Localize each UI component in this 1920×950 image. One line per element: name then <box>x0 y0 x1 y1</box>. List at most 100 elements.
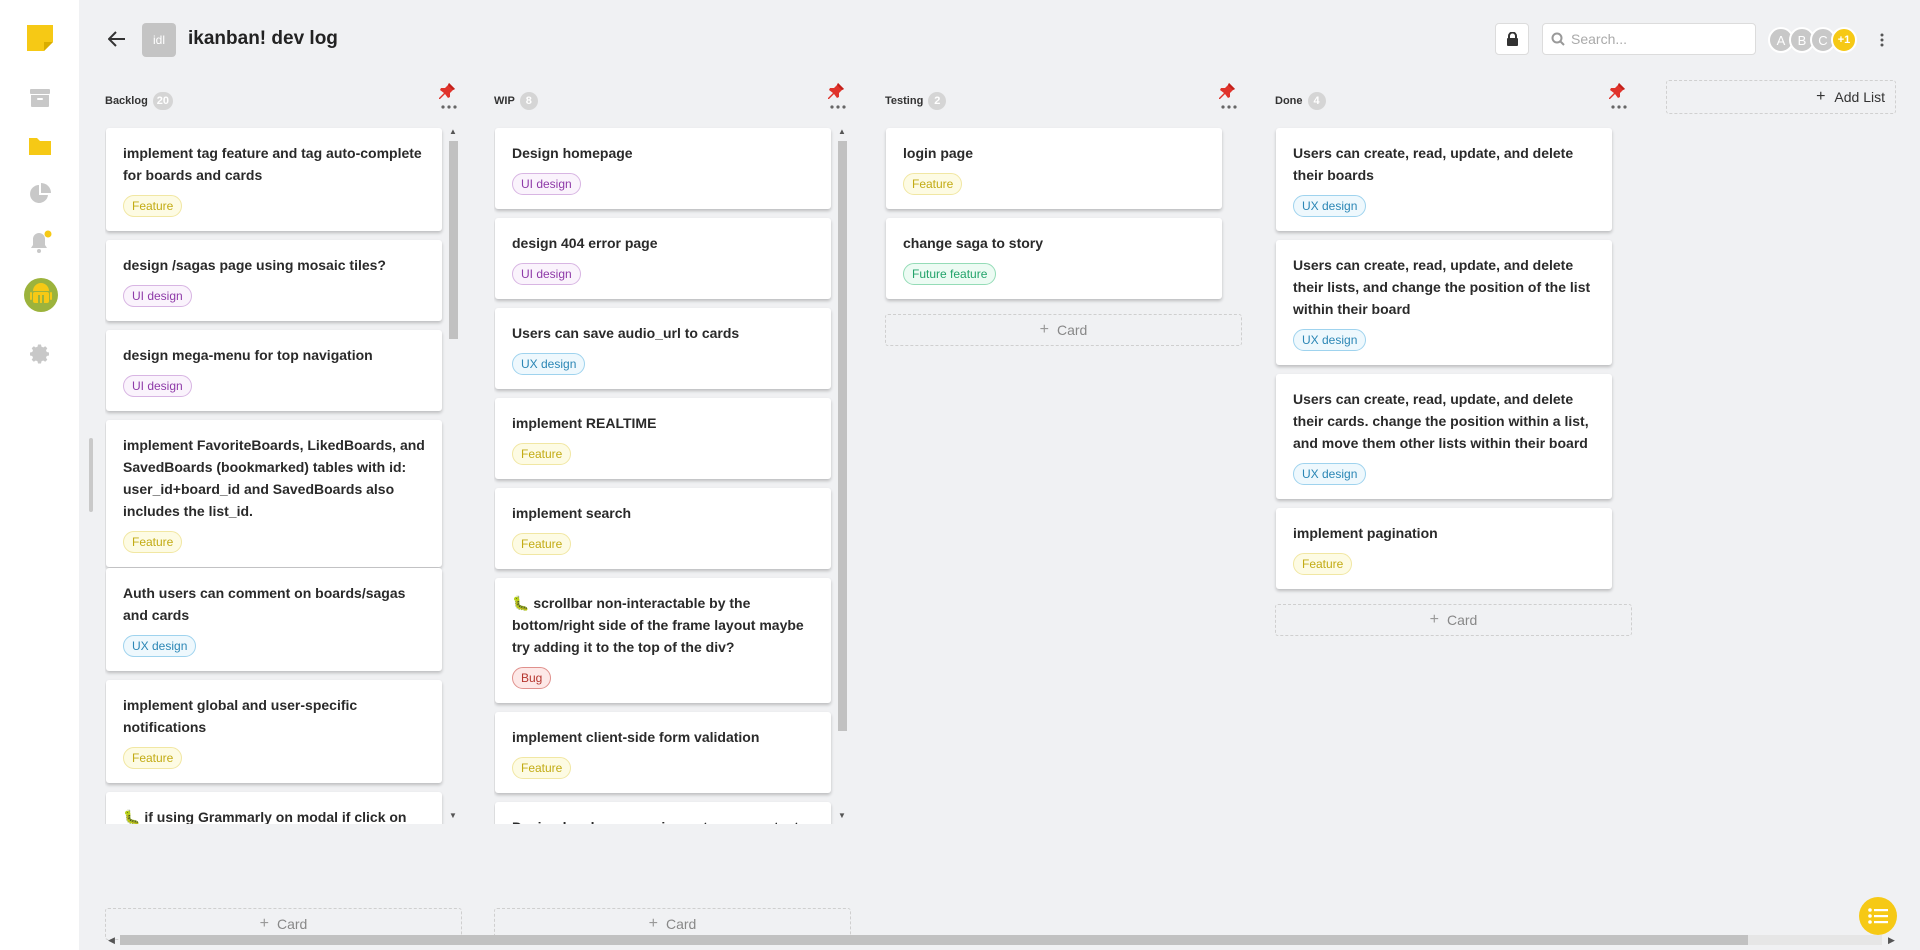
card-title: Users can create, read, update, and dele… <box>1293 145 1574 183</box>
gear-icon[interactable] <box>24 338 56 370</box>
tag-badge[interactable]: UI design <box>512 263 581 285</box>
pie-chart-icon[interactable] <box>24 178 56 210</box>
list-scrollbar[interactable]: ▲ ▼ <box>447 128 459 822</box>
card-title: Auth users can comment on boards/sagas a… <box>123 585 406 623</box>
search-input[interactable] <box>1571 31 1751 47</box>
card-title: implement tag feature and tag auto-compl… <box>123 145 422 183</box>
tag-badge[interactable]: UI design <box>123 375 192 397</box>
card-list: implement tag feature and tag auto-compl… <box>105 78 464 824</box>
card[interactable]: Users can create, read, update, and dele… <box>1276 240 1612 365</box>
card[interactable]: implement FavoriteBoards, LikedBoards, a… <box>106 420 442 567</box>
card-title: Design legal pages: privacy, terms, cont… <box>512 816 814 824</box>
plus-icon: + <box>648 915 658 932</box>
plus-icon: + <box>1816 88 1826 105</box>
tag-badge[interactable]: Feature <box>1293 553 1353 575</box>
card[interactable]: implement global and user-specific notif… <box>106 680 442 783</box>
scroll-up-arrow[interactable]: ▲ <box>838 128 846 136</box>
list-scrollbar[interactable]: ▲ ▼ <box>836 128 848 822</box>
left-rail <box>0 0 79 950</box>
arrow-left-icon[interactable] <box>105 27 129 51</box>
card-title: 🐛 scrollbar non-interactable by the bott… <box>512 595 804 655</box>
plus-icon: + <box>1039 321 1049 338</box>
tag-badge[interactable]: UX design <box>1293 463 1367 485</box>
archive-icon[interactable] <box>24 82 56 114</box>
add-list-label: Add List <box>1834 89 1885 105</box>
card-title: design 404 error page <box>512 235 658 251</box>
tag-badge[interactable]: UX design <box>123 635 197 657</box>
search-box[interactable] <box>1542 23 1756 55</box>
add-list-button[interactable]: + Add List <box>1666 80 1896 114</box>
card-title: Design homepage <box>512 145 633 161</box>
card-title: implement search <box>512 505 632 521</box>
add-card-label: Card <box>665 916 697 932</box>
card[interactable]: implement REALTIME Feature <box>495 398 831 479</box>
card[interactable]: Users can create, read, update, and dele… <box>1276 374 1612 499</box>
lock-button[interactable] <box>1495 23 1529 55</box>
tag-badge[interactable]: Feature <box>903 173 963 195</box>
card[interactable]: Users can save audio_url to cards UX desi… <box>495 308 831 389</box>
rail-resize-handle[interactable] <box>89 438 93 512</box>
card[interactable]: 🐛 if using Grammarly on modal if click o… <box>106 792 442 824</box>
more-vert-icon[interactable] <box>1872 28 1892 52</box>
board-title[interactable]: ikanban! dev log <box>188 28 338 50</box>
scroll-down-arrow[interactable]: ▼ <box>449 812 457 820</box>
tag-badge[interactable]: Future feature <box>903 263 997 285</box>
tag-badge[interactable]: Bug <box>512 667 552 689</box>
card[interactable]: Users can create, read, update, and dele… <box>1276 128 1612 231</box>
list-column-backlog: Backlog 20 implement tag feature and tag a… <box>105 78 464 948</box>
card[interactable]: login page Feature <box>886 128 1222 209</box>
tag-badge[interactable]: UX design <box>512 353 586 375</box>
card[interactable]: implement client-side form validation Fea… <box>495 712 831 793</box>
card-title: implement global and user-specific notif… <box>123 697 358 735</box>
card[interactable]: 🐛 scrollbar non-interactable by the bott… <box>495 578 831 703</box>
scroll-thumb[interactable] <box>449 141 458 339</box>
plus-icon: + <box>259 915 269 932</box>
card[interactable]: design 404 error page UI design <box>495 218 831 299</box>
tag-badge[interactable]: Feature <box>512 533 572 555</box>
tag-badge[interactable]: Feature <box>123 531 183 553</box>
sticky-note-logo[interactable] <box>24 22 56 54</box>
tag-badge[interactable]: Feature <box>512 757 572 779</box>
tag-badge[interactable]: Feature <box>512 443 572 465</box>
card[interactable]: Auth users can comment on boards/sagas a… <box>106 568 442 671</box>
avatar-more[interactable]: +1 <box>1831 27 1857 53</box>
card-title: change saga to story <box>903 235 1044 251</box>
scroll-left-arrow[interactable]: ◀ <box>108 935 115 946</box>
tag-badge[interactable]: UI design <box>512 173 581 195</box>
card[interactable]: implement search Feature <box>495 488 831 569</box>
add-card-button[interactable]: + Card <box>885 314 1242 346</box>
card-title: implement FavoriteBoards, LikedBoards, a… <box>123 437 425 519</box>
card-title: design mega-menu for top navigation <box>123 347 373 363</box>
tag-badge[interactable]: UX design <box>1293 195 1367 217</box>
card-list: Users can create, read, update, and dele… <box>1275 78 1634 950</box>
card-title: Users can create, read, update, and dele… <box>1293 257 1591 317</box>
tag-badge[interactable]: Feature <box>123 195 183 217</box>
card-list: login page Feature change saga to story Fut… <box>885 78 1244 950</box>
scroll-thumb[interactable] <box>120 935 1748 945</box>
list-icon[interactable] <box>1859 897 1897 935</box>
folder-icon[interactable] <box>24 130 56 162</box>
add-card-label: Card <box>1446 612 1478 628</box>
notification-dot <box>44 230 52 238</box>
scroll-down-arrow[interactable]: ▼ <box>838 812 846 820</box>
tag-badge[interactable]: UX design <box>1293 329 1367 351</box>
scroll-thumb[interactable] <box>838 141 847 731</box>
android-icon[interactable] <box>24 278 58 312</box>
scroll-up-arrow[interactable]: ▲ <box>449 128 457 136</box>
card[interactable]: design /sagas page using mosaic tiles? UI… <box>106 240 442 321</box>
bell-icon[interactable] <box>24 226 56 258</box>
horizontal-scrollbar[interactable]: ◀ ▶ <box>106 933 1896 947</box>
scroll-right-arrow[interactable]: ▶ <box>1888 935 1895 946</box>
card[interactable]: implement tag feature and tag auto-compl… <box>106 128 442 231</box>
card[interactable]: Design legal pages: privacy, terms, cont… <box>495 802 831 824</box>
list-column-testing: Testing 2 login page Feature change saga to … <box>885 78 1244 948</box>
add-card-button[interactable]: + Card <box>1275 604 1632 636</box>
card[interactable]: Design homepage UI design <box>495 128 831 209</box>
card-title: 🐛 if using Grammarly on modal if click o… <box>123 809 407 824</box>
card[interactable]: design mega-menu for top navigation UI de… <box>106 330 442 411</box>
card[interactable]: change saga to story Future feature <box>886 218 1222 299</box>
tag-badge[interactable]: UI design <box>123 285 192 307</box>
card-title: implement pagination <box>1293 525 1438 541</box>
tag-badge[interactable]: Feature <box>123 747 183 769</box>
card[interactable]: implement pagination Feature <box>1276 508 1612 589</box>
